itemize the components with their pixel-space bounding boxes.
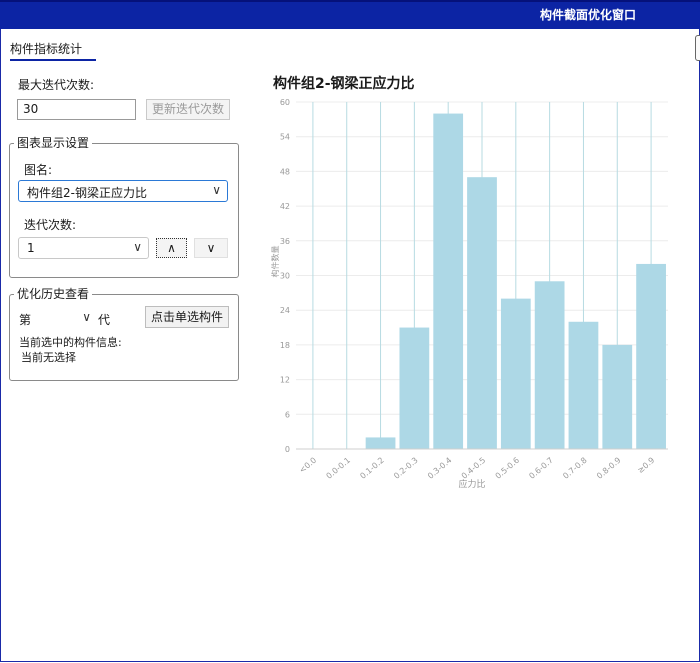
chart-name-label: 图名: [24,163,53,177]
pick-component-button[interactable]: 点击单选构件 [145,306,229,328]
y-tick-label: 6 [285,410,290,419]
chevron-down-icon: ∨ [206,241,216,255]
x-tick-label: 0.0-0.1 [325,456,352,481]
corner-button[interactable] [695,35,700,61]
chart-settings-title: 图表显示设置 [14,134,93,151]
y-tick-label: 36 [280,237,290,246]
bar [399,327,430,449]
generation-select[interactable]: ∨ [45,308,95,328]
x-tick-label: <0.0 [298,456,319,475]
y-tick-label: 48 [280,167,290,176]
bar [500,298,531,449]
x-tick-label: ≥0.9 [636,456,657,475]
y-tick-label: 12 [280,376,290,385]
bar [467,177,497,449]
x-tick-label: 0.2-0.3 [392,456,419,481]
max-iter-label: 最大迭代次数: [18,78,95,92]
window-title: 构件截面优化窗口 [539,8,636,22]
y-tick-label: 60 [280,98,290,107]
active-tab-indicator [10,59,96,61]
chevron-up-icon: ∧ [167,241,176,255]
x-tick-label: 0.1-0.2 [358,456,385,481]
y-tick-label: 0 [285,445,290,454]
bar [534,281,565,449]
y-tick-label: 54 [280,133,290,142]
iteration-label: 迭代次数: [24,218,77,232]
bar [433,113,464,450]
chevron-down-icon: ∨ [133,240,142,254]
bar [365,437,396,449]
bar [602,344,633,449]
y-tick-label: 30 [280,272,290,281]
x-tick-label: 0.5-0.6 [494,456,521,481]
gen-prefix: 第 [19,313,32,327]
iteration-value: 1 [27,241,35,255]
x-tick-label: 0.7-0.8 [561,456,588,481]
chevron-down-icon: ∨ [82,310,91,324]
selected-info-value: 当前无选择 [21,351,76,364]
gen-suffix: 代 [98,313,111,327]
bar [568,321,599,449]
iteration-up-button[interactable]: ∧ [156,238,187,258]
chevron-down-icon: ∨ [212,183,221,197]
chart-name-select[interactable]: 构件组2-钢梁正应力比 ∨ [18,180,228,202]
title-bar-edge [0,0,700,2]
iteration-down-button[interactable]: ∨ [194,238,228,258]
y-tick-label: 42 [280,202,290,211]
update-iter-button[interactable]: 更新迭代次数 [146,99,230,120]
max-iter-value: 30 [23,102,39,116]
max-iter-input[interactable]: 30 [17,99,136,120]
y-tick-label: 18 [280,341,290,350]
bar [636,263,666,449]
x-tick-label: 0.6-0.7 [527,456,554,481]
x-tick-label: 0.3-0.4 [426,456,453,481]
x-axis-title: 应力比 [458,478,485,490]
iteration-select[interactable]: 1 ∨ [18,237,149,259]
bar-chart: 0 6 12 18 24 30 36 42 48 54 60 <0.0 0.0-0.1 0.1-0.2 0.… [270,98,668,490]
history-title: 优化历史查看 [14,285,93,302]
y-tick-label: 24 [280,306,290,315]
y-axis-title: 构件数量 [270,246,280,278]
x-tick-label: 0.8-0.9 [595,456,622,481]
x-tick-label: 0.4-0.5 [460,456,487,481]
tab-component-stats[interactable]: 构件指标统计 [10,40,82,57]
selected-info-label: 当前选中的构件信息: [19,336,122,349]
title-bar: 构件截面优化窗口 [0,0,700,29]
chart-name-value: 构件组2-钢梁正应力比 [27,186,147,200]
